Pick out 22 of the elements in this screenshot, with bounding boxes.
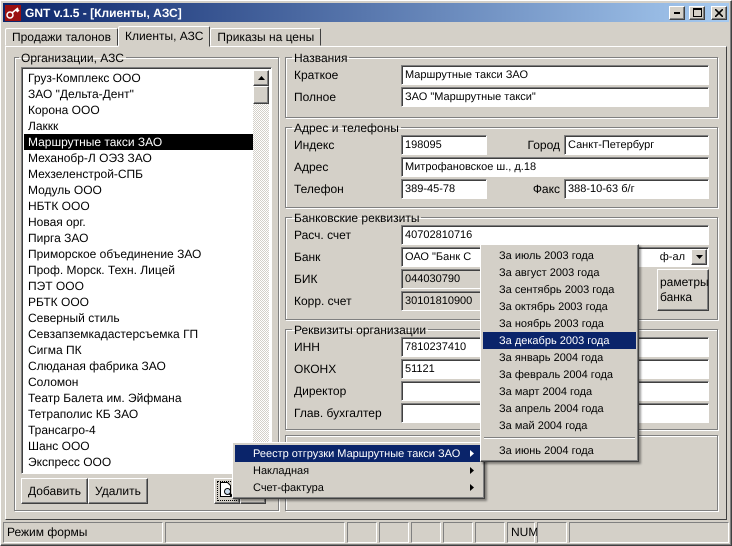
field-label: ОКОНХ — [294, 362, 338, 376]
field-label: Директор — [294, 384, 348, 398]
field-label: БИК — [294, 272, 318, 286]
field-label: Банк — [294, 250, 322, 264]
field-label: Город — [528, 138, 561, 152]
field-label: Краткое — [294, 68, 340, 82]
field-label: Корр. счет — [294, 294, 353, 308]
group-title: Адрес и телефоны — [293, 120, 400, 135]
field-label: Полное — [294, 90, 338, 104]
field-label: Телефон — [294, 182, 345, 196]
field-label: Глав. бухгалтер — [294, 406, 383, 420]
group-title: Организации, АЗС — [20, 50, 125, 65]
window-title: GNT v.1.5 - [Клиенты, АЗС] — [25, 6, 183, 20]
group-title: Названия — [293, 50, 348, 65]
field-label: Адрес — [294, 160, 330, 174]
field-label: Факс — [532, 182, 561, 196]
field-label: Расч. счет — [294, 228, 352, 242]
field-label: Индекс — [294, 138, 336, 152]
status-text: Режим формы — [3, 522, 163, 543]
field-label: ИНН — [294, 340, 321, 354]
group-title: Банковские реквизиты — [293, 210, 420, 225]
group-title: Реквизиты организации — [293, 322, 428, 337]
